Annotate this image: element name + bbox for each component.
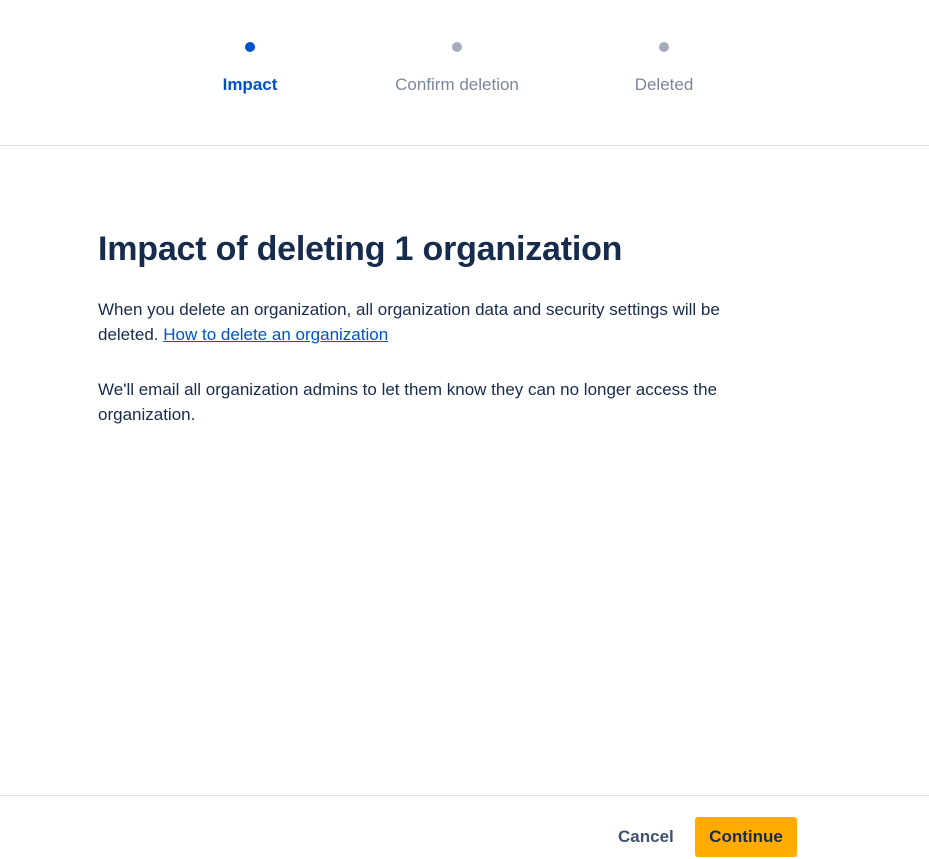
step-label: Deleted	[634, 75, 694, 94]
cancel-button[interactable]: Cancel	[603, 817, 689, 857]
how-to-delete-link[interactable]: How to delete an organization	[163, 325, 388, 344]
step-upcoming-dot-icon	[659, 42, 669, 52]
step-deleted: Deleted	[564, 42, 764, 95]
step-label: Impact	[222, 75, 278, 94]
continue-button[interactable]: Continue	[695, 817, 797, 857]
page-title: Impact of deleting 1 organization	[98, 230, 623, 268]
step-impact: Impact	[150, 42, 350, 95]
admin-email-notice: We'll email all organization admins to l…	[98, 380, 718, 424]
delete-organization-page: Impact Confirm deletion Deleted Impact o…	[0, 0, 929, 859]
deletion-impact-description: When you delete an organization, all org…	[98, 297, 758, 347]
step-label: Confirm deletion	[395, 75, 519, 94]
step-confirm-deletion: Confirm deletion	[357, 42, 557, 95]
step-current-dot-icon	[245, 42, 255, 52]
footer-actions: Cancel Continue	[0, 795, 929, 859]
main-content: Impact of deleting 1 organization When y…	[98, 228, 758, 427]
progress-tracker: Impact Confirm deletion Deleted	[0, 0, 929, 146]
step-upcoming-dot-icon	[452, 42, 462, 52]
